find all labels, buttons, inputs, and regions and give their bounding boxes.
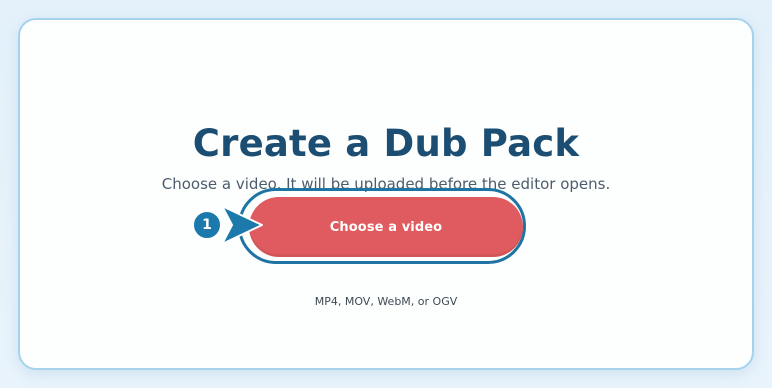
choose-video-button[interactable]: Choose a video (249, 197, 523, 257)
arrow-right-icon (221, 205, 263, 245)
supported-formats-hint: MP4, MOV, WebM, or OGV (314, 295, 458, 308)
step-number-badge: 1 (192, 210, 222, 240)
page-title: Create a Dub Pack (192, 122, 580, 165)
